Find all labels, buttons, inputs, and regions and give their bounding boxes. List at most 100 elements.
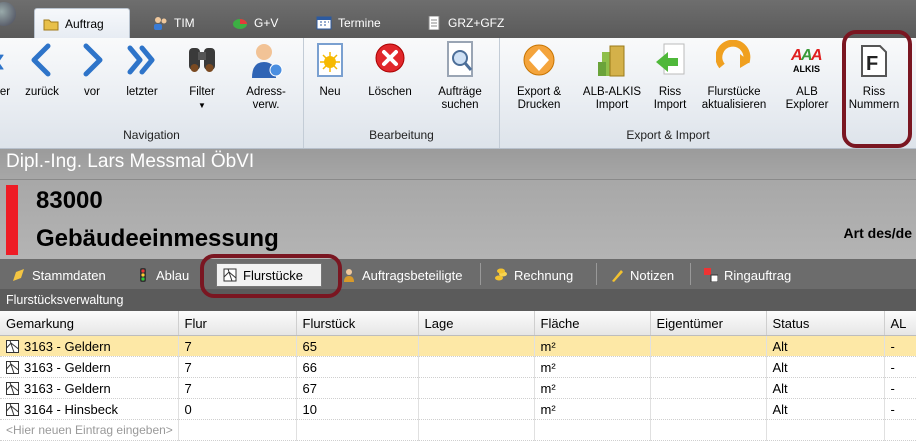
new-document-icon [312, 40, 348, 80]
cell-eigentuemer[interactable] [650, 356, 767, 378]
table-header-row: Gemarkung Flur Flurstück Lage Fläche Eig… [0, 311, 916, 336]
tab-stammdaten[interactable]: Stammdaten [6, 263, 112, 287]
folder-icon [43, 17, 59, 31]
column-header-lage[interactable]: Lage [418, 311, 535, 336]
tab-gv[interactable]: G+V [224, 8, 294, 38]
table-row[interactable]: 3164 - Hinsbeck 0 10 m² Alt - [0, 398, 916, 420]
pie-chart-icon [232, 16, 248, 30]
back-button[interactable]: zurück [20, 40, 64, 99]
parcel-icon [6, 381, 19, 395]
cell-status[interactable]: Alt [766, 356, 885, 378]
cell-flaeche[interactable]: m² [534, 398, 651, 420]
tab-grz-gfz[interactable]: GRZ+GFZ [418, 8, 514, 38]
pen-icon [610, 268, 624, 282]
first-button[interactable]: ‹ er [0, 40, 16, 99]
cell-lage[interactable] [418, 335, 535, 357]
edit-icon [12, 268, 26, 282]
svg-text:A: A [810, 47, 823, 64]
cell-flaeche[interactable]: m² [534, 335, 651, 357]
column-header-flurstueck[interactable]: Flurstück [296, 311, 419, 336]
tab-tim[interactable]: TIM [144, 8, 214, 38]
traffic-light-icon [136, 268, 150, 282]
cell-flur[interactable]: 0 [178, 398, 297, 420]
column-header-eigentuemer[interactable]: Eigentümer [650, 311, 767, 336]
cell-flur[interactable]: 7 [178, 377, 297, 399]
tab-notizen[interactable]: Notizen [604, 263, 680, 287]
binoculars-icon [184, 40, 220, 80]
forward-button[interactable]: vor [72, 40, 112, 99]
new-entry-placeholder[interactable]: <Hier neuen Eintrag eingeben> [0, 419, 179, 441]
cell-status[interactable]: Alt [766, 398, 885, 420]
cell-al[interactable]: - [884, 356, 916, 378]
tab-auftrag[interactable]: Auftrag [34, 8, 130, 38]
cell-gemarkung[interactable]: 3163 - Geldern [0, 335, 179, 357]
tab-termine[interactable]: Termine [308, 8, 394, 38]
last-button[interactable]: letzter [120, 40, 164, 99]
cell-flaeche[interactable]: m² [534, 356, 651, 378]
column-header-status[interactable]: Status [766, 311, 885, 336]
cell-lage[interactable] [418, 377, 535, 399]
column-header-flur[interactable]: Flur [178, 311, 297, 336]
cell-flurstueck[interactable]: 66 [296, 356, 419, 378]
cell-lage[interactable] [418, 356, 535, 378]
arrow-last-icon [124, 40, 160, 80]
riss-import-button[interactable]: Riss Import [650, 40, 690, 112]
cell-flurstueck[interactable]: 65 [296, 335, 419, 357]
cell-flurstueck[interactable]: 10 [296, 398, 419, 420]
export-print-button[interactable]: Export & Drucken [508, 40, 570, 112]
new-entry-row[interactable]: <Hier neuen Eintrag eingeben> [0, 419, 916, 441]
cell-eigentuemer[interactable] [650, 377, 767, 399]
ribbon-group-label: Export & Import [626, 128, 710, 142]
cell-eigentuemer[interactable] [650, 335, 767, 357]
ribbon-group-label: Navigation [123, 128, 180, 142]
search-orders-button[interactable]: Aufträge suchen [430, 40, 490, 112]
ribbon-group-navigation: ‹ er zurück vor letzter Filter ▼ [0, 38, 304, 148]
cell-flurstueck[interactable]: 67 [296, 377, 419, 399]
cell-status[interactable]: Alt [766, 377, 885, 399]
delete-button[interactable]: Löschen [360, 40, 420, 99]
tab-ablauf[interactable]: Ablau [130, 263, 195, 287]
order-number: 83000 [36, 187, 103, 214]
ribbon-group-label: Bearbeitung [369, 128, 434, 142]
cell-flur[interactable]: 7 [178, 356, 297, 378]
cell-gemarkung[interactable]: 3163 - Geldern [0, 377, 179, 399]
tab-ringauftrag[interactable]: Ringauftrag [698, 263, 797, 287]
address-button[interactable]: Adress- verw. [236, 40, 296, 112]
new-button[interactable]: Neu [310, 40, 350, 99]
coins-icon [494, 268, 508, 282]
update-parcels-button[interactable]: Flurstücke aktualisieren [696, 39, 772, 112]
cell-al[interactable]: - [884, 335, 916, 357]
parcel-icon [6, 360, 19, 374]
cell-flaeche[interactable]: m² [534, 377, 651, 399]
cell-al[interactable]: - [884, 398, 916, 420]
refresh-arrow-icon [715, 39, 752, 80]
column-header-al[interactable]: AL [884, 311, 916, 336]
divider [596, 263, 597, 285]
table-row[interactable]: 3163 - Geldern 7 66 m² Alt - [0, 356, 916, 378]
cell-al[interactable]: - [884, 377, 916, 399]
cell-lage[interactable] [418, 398, 535, 420]
table-row[interactable]: 3163 - Geldern 7 67 m² Alt - [0, 377, 916, 399]
cell-flur[interactable]: 7 [178, 335, 297, 357]
search-document-icon [442, 40, 478, 80]
cell-eigentuemer[interactable] [650, 398, 767, 420]
cell-gemarkung[interactable]: 3163 - Geldern [0, 356, 179, 378]
alb-explorer-button[interactable]: A A A ALKIS ALB Explorer [782, 40, 832, 112]
parcel-grid: Gemarkung Flur Flurstück Lage Fläche Eig… [0, 311, 916, 441]
cell-gemarkung[interactable]: 3164 - Hinsbeck [0, 398, 179, 420]
highlight-ring-flurstuecke [200, 254, 342, 298]
tab-label: G+V [254, 16, 279, 30]
tab-rechnung[interactable]: Rechnung [488, 263, 579, 287]
tab-auftragsbeteiligte[interactable]: Auftragsbeteiligte [336, 263, 468, 287]
column-header-flaeche[interactable]: Fläche [534, 311, 651, 336]
column-header-gemarkung[interactable]: Gemarkung [0, 311, 179, 336]
app-menu-icon[interactable] [0, 2, 16, 26]
ribbon: ‹ er zurück vor letzter Filter ▼ [0, 38, 916, 149]
tab-label: Termine [338, 16, 381, 30]
calendar-icon [316, 16, 332, 30]
alb-alkis-import-button[interactable]: ALB-ALKIS Import [578, 40, 646, 112]
cell-status[interactable]: Alt [766, 335, 885, 357]
table-row[interactable]: 3163 - Geldern 7 65 m² Alt - [0, 335, 916, 357]
filter-button[interactable]: Filter ▼ [180, 40, 224, 112]
parcel-icon [6, 402, 19, 416]
